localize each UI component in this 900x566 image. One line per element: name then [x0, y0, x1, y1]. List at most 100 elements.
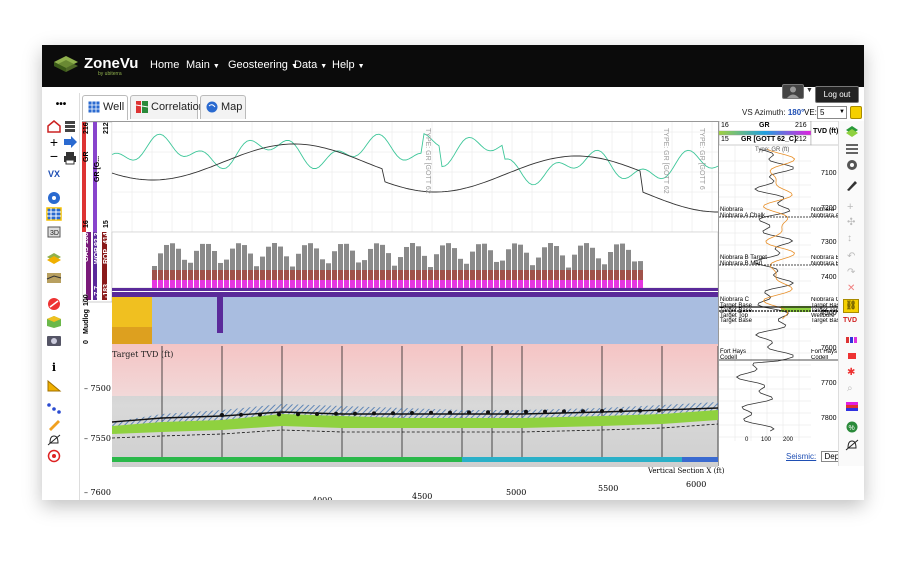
ve-select[interactable]: 5 ▼	[817, 106, 847, 119]
formation-label: Target Base	[720, 318, 753, 324]
section-canvas[interactable]: TYPE: GR [GOTT 62 TYPE: GR [GOTT 62 TYPE…	[82, 122, 718, 467]
chevron-down-icon[interactable]: ▼	[806, 87, 813, 94]
formation-label: Niobrara A Chalk	[720, 213, 766, 219]
type-log-panel[interactable]: 16 GR 216 15 GR [GOTT 62_C] 212 TVD (ft)…	[718, 121, 839, 466]
wob-max: 92.3	[94, 232, 101, 246]
info-icon[interactable]: i	[46, 361, 62, 375]
nav-help[interactable]: Help ▼	[332, 59, 365, 71]
delete-icon[interactable]: ✕	[847, 283, 855, 294]
percent-icon[interactable]: %	[845, 421, 859, 433]
notification-icon[interactable]	[845, 439, 859, 451]
formation-label: Codell	[720, 355, 738, 361]
tvd-header: TVD (ft)	[813, 128, 839, 135]
link-icon[interactable]: ⛓	[843, 299, 859, 313]
tvd-toggle[interactable]: TVD	[843, 317, 857, 324]
target-icon[interactable]	[46, 297, 62, 311]
zonevu-logo[interactable]: ZoneVu by ubiterra	[50, 51, 146, 79]
print-icon[interactable]	[62, 151, 78, 165]
pencil-icon[interactable]	[46, 417, 62, 431]
right-toolbar: + ✣ ↕ ↶ ↷ ✕ ⛓ TVD ✱ ⌕ %	[838, 121, 864, 466]
lock-icon[interactable]	[850, 106, 862, 119]
target-tvd-label: Target TVD (ft)	[112, 350, 174, 359]
mudlog-min: 0	[83, 340, 90, 344]
correlation-icon	[136, 101, 148, 113]
move-icon[interactable]: ✣	[847, 217, 855, 228]
svg-text:3D: 3D	[50, 230, 59, 237]
nav-data[interactable]: Data ▼	[294, 59, 327, 71]
colorbar-icon[interactable]	[845, 401, 859, 413]
wob-min: -7.7	[94, 285, 101, 298]
bars-icon[interactable]	[845, 335, 859, 345]
log-depth-label: 7800	[821, 415, 837, 422]
search-icon[interactable]: ⌕	[847, 383, 853, 394]
arrow-right-icon[interactable]	[62, 135, 78, 149]
gear-icon[interactable]	[845, 159, 859, 171]
flower-icon[interactable]: ✱	[847, 367, 855, 378]
redo-icon[interactable]: ↷	[847, 267, 855, 278]
vs-azimuth: VS Azimuth: 180°	[742, 108, 805, 117]
layers-green-icon[interactable]	[845, 125, 859, 137]
app-tagline: by ubiterra	[98, 71, 122, 77]
gr-curve-name: GR	[759, 122, 770, 129]
cube-icon[interactable]	[46, 315, 62, 329]
3d-view-icon[interactable]: 3D	[46, 225, 62, 239]
well-section-plot[interactable]: TYPE: GR [GOTT 62 TYPE: GR [GOTT 62 TYPE…	[82, 121, 724, 500]
seismic-link[interactable]: Seismic:	[786, 452, 816, 461]
ruler-icon[interactable]	[46, 379, 62, 393]
points-icon[interactable]	[46, 401, 62, 415]
user-avatar[interactable]	[782, 84, 804, 99]
logout-button[interactable]: Log out	[815, 86, 859, 103]
log-depth-label: 7400	[821, 274, 837, 281]
horizon-icon[interactable]	[46, 271, 62, 285]
log-x-tick-200: 200	[783, 437, 794, 443]
vx-button[interactable]: VX	[46, 167, 62, 181]
tab-map[interactable]: Map	[200, 95, 246, 119]
depth-tick-7550: – 7550	[84, 434, 111, 443]
nav-home[interactable]: Home	[150, 59, 179, 71]
gr-label: GR	[83, 151, 90, 163]
surface-layers-icon[interactable]	[46, 251, 62, 265]
home-icon[interactable]	[46, 119, 62, 133]
formation-label: Niobrara B Marl	[720, 261, 763, 267]
nav-main[interactable]: Main ▼	[186, 59, 220, 71]
formation-label-right: Niobrara A	[811, 213, 839, 219]
mudlog-max: 100	[83, 294, 90, 306]
more-options-button[interactable]: •••	[53, 98, 69, 112]
x-axis-label: Vertical Section X (ft)	[648, 467, 725, 475]
bell-icon[interactable]	[46, 433, 62, 447]
tab-correlation[interactable]: Correlation	[130, 95, 205, 119]
chevron-down-icon: ▼	[212, 63, 220, 70]
resize-icon[interactable]: ↕	[847, 233, 852, 244]
gr-min-value: 16	[721, 122, 729, 129]
tab-well[interactable]: Well	[82, 95, 128, 120]
chevron-down-icon: ▼	[357, 63, 365, 70]
layers-icon[interactable]	[62, 119, 78, 133]
pen-icon[interactable]	[845, 179, 859, 191]
x-tick-4500: 4500	[412, 492, 433, 500]
zoom-out-button[interactable]: −	[46, 149, 62, 163]
formation-label-right: Target Base	[811, 318, 839, 324]
gott-max-value: 212	[795, 136, 807, 143]
grid-view-icon[interactable]	[46, 207, 62, 221]
type-label-3: TYPE: GR [GOTT 6	[698, 128, 705, 190]
gas-label: GAS	[83, 246, 90, 262]
map-globe-icon	[206, 101, 218, 113]
add-icon[interactable]: +	[847, 201, 853, 213]
marker-icon[interactable]	[845, 351, 859, 361]
nav-geosteering[interactable]: Geosteering ▼	[228, 59, 298, 71]
compass-icon[interactable]	[46, 191, 62, 205]
ve-label: VE:	[804, 108, 817, 117]
gott-min-value: 15	[721, 136, 729, 143]
rop-max: 414	[103, 232, 110, 244]
zoom-in-button[interactable]: +	[46, 135, 62, 149]
undo-icon[interactable]: ↶	[847, 251, 855, 262]
rop-min: -183	[103, 283, 110, 298]
mudlog-label: Mudlog	[83, 309, 90, 334]
crosshair-icon[interactable]	[46, 449, 62, 463]
svg-text:%: %	[849, 425, 855, 432]
camera-icon[interactable]	[46, 333, 62, 347]
chevron-down-icon: ▼	[839, 109, 845, 115]
gr-max-2: 212	[103, 122, 110, 134]
list-icon[interactable]	[845, 143, 859, 155]
x-tick-4000: 4000	[312, 496, 332, 500]
